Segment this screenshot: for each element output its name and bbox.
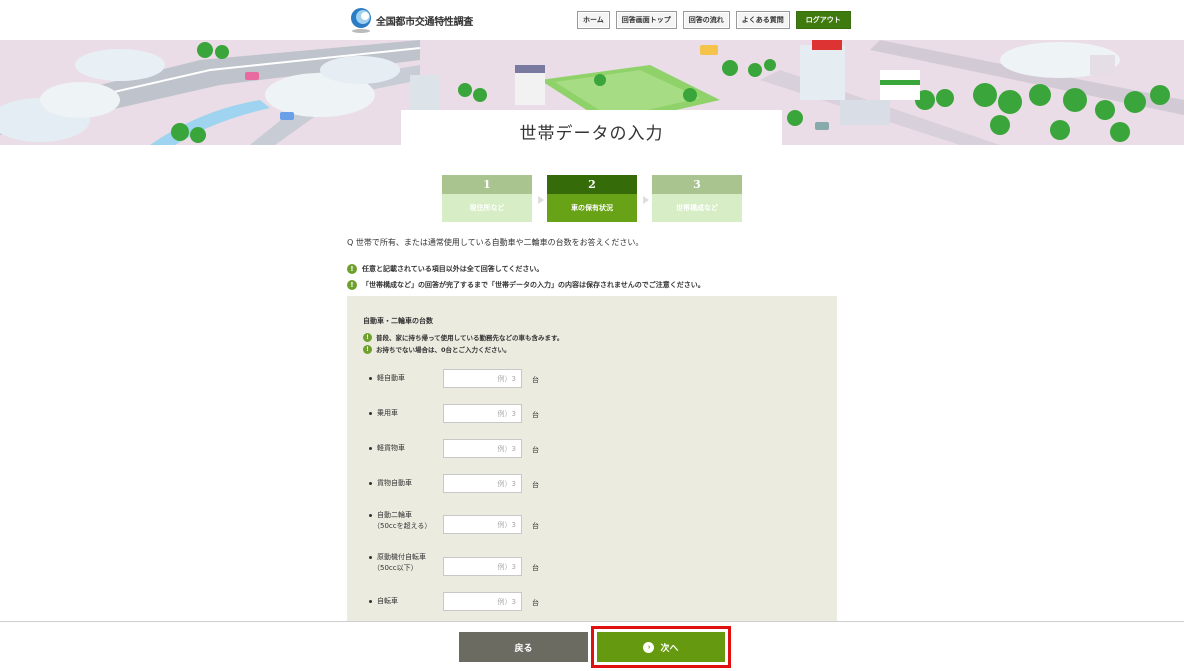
panel-note-text: 普段、家に持ち帰って使用している勤務先などの車も含みます。 xyxy=(376,334,564,342)
question-text: Q 世帯で所有、または通常使用している自動車や二輪車の台数をお答えください。 xyxy=(347,238,644,247)
note-save-warning: ! 「世帯構成など」の回答が完了するまで「世帯データの入力」の内容は保存されませ… xyxy=(347,280,705,290)
nav-flow-button[interactable]: 回答の流れ xyxy=(682,11,730,29)
step-arrow-icon xyxy=(538,196,544,204)
row-label: 貨物自動車 xyxy=(377,479,412,487)
step-label: 車の保有状況 xyxy=(547,194,637,222)
unit-label: 台 xyxy=(532,599,539,607)
step-arrow-icon xyxy=(643,196,649,204)
row-label: 軽貨物車 xyxy=(377,444,405,452)
row-moped: 原動機付自転車 （50cc以下） 台 xyxy=(369,553,629,577)
step-indicator: 1 現住所など 2 車の保有状況 3 世帯構成など xyxy=(442,175,757,222)
back-button[interactable]: 戻る xyxy=(459,632,588,662)
top-nav: ホーム 回答画面トップ 回答の流れ よくある質問 ログアウト xyxy=(577,11,851,29)
info-icon: ! xyxy=(363,332,372,342)
next-button-label: 次へ xyxy=(660,642,679,653)
unit-label: 台 xyxy=(532,564,539,572)
row-passenger-car: 乗用車 台 xyxy=(369,404,629,424)
unit-label: 台 xyxy=(532,411,539,419)
unit-label: 台 xyxy=(532,522,539,530)
step-label: 世帯構成など xyxy=(652,194,742,222)
page-title-card: 世帯データの入力 xyxy=(401,110,782,145)
row-kei-car: 軽自動車 台 xyxy=(369,369,629,389)
bullet xyxy=(369,600,372,603)
moped-count-input[interactable] xyxy=(443,557,522,576)
step-number: 3 xyxy=(652,175,742,194)
site-logo[interactable]: 全国都市交通特性調査 xyxy=(348,7,473,33)
next-button-highlight: › 次へ xyxy=(591,626,731,668)
panel-title: 自動車・二輪車の台数 xyxy=(363,317,433,325)
bullet xyxy=(369,514,372,517)
logo-text: 全国都市交通特性調査 xyxy=(376,16,473,28)
unit-label: 台 xyxy=(532,376,539,384)
bullet xyxy=(369,556,372,559)
header: 全国都市交通特性調査 ホーム 回答画面トップ 回答の流れ よくある質問 ログアウ… xyxy=(0,0,1184,40)
panel-note: ! お持ちでない場合は、0台とご入力ください。 xyxy=(363,344,511,354)
chevron-right-icon: › xyxy=(643,641,655,653)
panel-note-text: お持ちでない場合は、0台とご入力ください。 xyxy=(376,346,511,354)
panel-note: ! 普段、家に持ち帰って使用している勤務先などの車も含みます。 xyxy=(363,332,563,342)
step-3: 3 世帯構成など xyxy=(652,175,742,222)
note-text: 任意と記載されている項目以外は全て回答してください。 xyxy=(362,265,544,273)
truck-count-input[interactable] xyxy=(443,474,522,493)
row-bicycle: 自転車 台 xyxy=(369,592,629,612)
row-kei-truck: 軽貨物車 台 xyxy=(369,439,629,459)
row-truck: 貨物自動車 台 xyxy=(369,474,629,494)
row-sublabel: （50cc以下） xyxy=(373,564,418,572)
bullet xyxy=(369,482,372,485)
row-motorcycle: 自動二輪車 （50ccを超える） 台 xyxy=(369,511,629,535)
nav-faq-button[interactable]: よくある質問 xyxy=(735,11,790,29)
bullet xyxy=(369,412,372,415)
row-label: 自転車 xyxy=(377,597,398,605)
unit-label: 台 xyxy=(532,446,539,454)
next-button[interactable]: › 次へ xyxy=(597,632,725,662)
page-title: 世帯データの入力 xyxy=(519,124,664,144)
step-number: 1 xyxy=(442,175,532,194)
step-1: 1 現住所など xyxy=(442,175,544,222)
info-icon: ! xyxy=(363,344,372,354)
logout-button[interactable]: ログアウト xyxy=(795,11,851,29)
row-label: 原動機付自転車 xyxy=(377,553,426,561)
nav-home-button[interactable]: ホーム xyxy=(577,11,610,29)
kei-truck-count-input[interactable] xyxy=(443,439,522,458)
bullet xyxy=(369,377,372,380)
passenger-car-count-input[interactable] xyxy=(443,404,522,423)
vehicle-count-panel: 自動車・二輪車の台数 ! 普段、家に持ち帰って使用している勤務先などの車も含みま… xyxy=(347,296,837,621)
note-text: 「世帯構成など」の回答が完了するまで「世帯データの入力」の内容は保存されませんの… xyxy=(362,281,705,289)
bicycle-count-input[interactable] xyxy=(443,592,522,611)
info-icon: ! xyxy=(347,264,357,274)
nav-answer-top-button[interactable]: 回答画面トップ xyxy=(615,11,677,29)
row-label: 自動二輪車 xyxy=(377,511,412,519)
note-required: ! 任意と記載されている項目以外は全て回答してください。 xyxy=(347,264,543,274)
row-label: 乗用車 xyxy=(377,409,398,417)
motorcycle-count-input[interactable] xyxy=(443,515,522,534)
kei-car-count-input[interactable] xyxy=(443,369,522,388)
row-sublabel: （50ccを超える） xyxy=(373,522,432,530)
step-label: 現住所など xyxy=(442,194,532,222)
row-label: 軽自動車 xyxy=(377,374,405,382)
step-2: 2 車の保有状況 xyxy=(547,175,649,222)
unit-label: 台 xyxy=(532,481,539,489)
logo-icon xyxy=(348,7,374,33)
bullet xyxy=(369,447,372,450)
info-icon: ! xyxy=(347,280,357,290)
step-number: 2 xyxy=(547,175,637,194)
